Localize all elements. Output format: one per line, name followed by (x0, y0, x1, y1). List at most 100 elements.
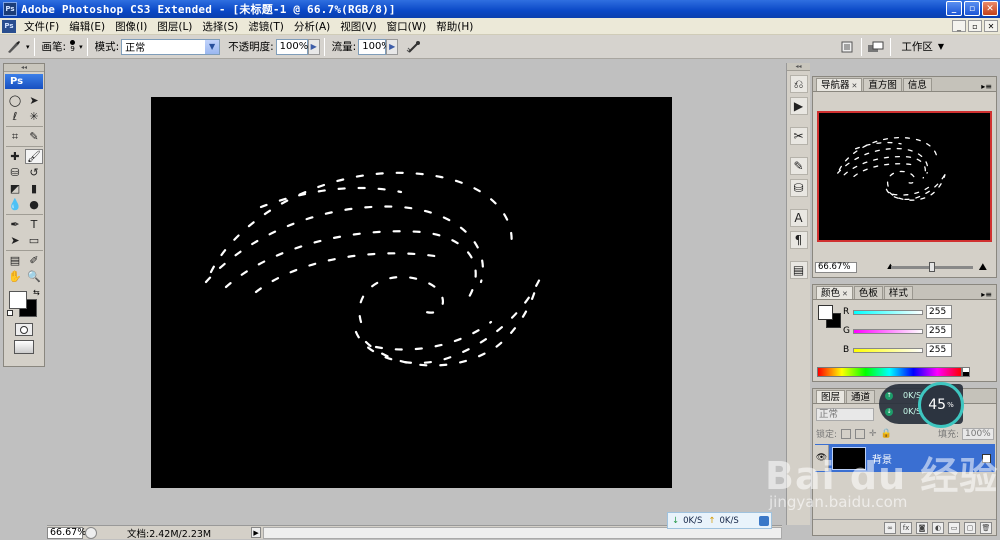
eraser-tool-icon[interactable]: ◩ (6, 181, 24, 196)
workspace-button[interactable]: 工作区 (901, 39, 933, 54)
menu-help[interactable]: 帮助(H) (431, 19, 478, 34)
tab-navigator[interactable]: 导航器 ✕ (816, 78, 863, 91)
screen-mode-icon[interactable] (14, 340, 34, 354)
quick-mask-icon[interactable] (15, 323, 33, 336)
hand-tool-icon[interactable]: ✋ (6, 269, 24, 284)
shape-tool-icon[interactable]: ▭ (25, 233, 43, 248)
black-white-ramp[interactable] (962, 367, 970, 377)
navigator-thumbnail[interactable] (817, 111, 992, 242)
memory-gauge[interactable]: 45% (918, 382, 964, 428)
healing-brush-tool-icon[interactable]: ✚ (6, 149, 24, 164)
bridge-icon[interactable] (866, 38, 886, 56)
menu-select[interactable]: 选择(S) (197, 19, 243, 34)
link-layers-icon[interactable]: ∞ (884, 521, 896, 534)
blue-value[interactable]: 255 (926, 343, 952, 357)
eyedropper-tool-icon[interactable]: ✐ (25, 253, 43, 268)
brush-tool-icon[interactable]: 🖌 (25, 149, 43, 164)
layer-style-icon[interactable]: fx (900, 521, 912, 534)
marquee-tool-icon[interactable]: ◯ (6, 93, 24, 108)
move-tool-icon[interactable]: ➤ (25, 93, 43, 108)
history-icon[interactable]: ⎌ (789, 75, 808, 93)
lock-transparency-icon[interactable] (841, 428, 852, 439)
red-slider[interactable] (853, 309, 923, 315)
green-value[interactable]: 255 (926, 324, 952, 338)
photoshop-badge[interactable]: Ps (5, 74, 43, 89)
tab-layers[interactable]: 图层 (816, 390, 846, 403)
minimize-button[interactable]: _ (946, 1, 962, 16)
panel-menu-icon[interactable]: ▸≡ (981, 290, 992, 299)
default-colors-icon[interactable] (7, 310, 13, 316)
menu-view[interactable]: 视图(V) (335, 19, 381, 34)
slice-tool-icon[interactable]: ✎ (25, 129, 43, 144)
menu-analysis[interactable]: 分析(A) (289, 19, 335, 34)
brushes-icon[interactable]: ✎ (789, 157, 808, 175)
layer-comps-icon[interactable]: ▤ (789, 261, 808, 279)
zoom-tool-icon[interactable]: 🔍 (25, 269, 43, 284)
opacity-slider-arrow-icon[interactable]: ▶ (307, 38, 320, 55)
menu-filter[interactable]: 滤镜(T) (243, 19, 289, 34)
app-menu-icon[interactable]: Ps (2, 19, 16, 33)
crop-tool-icon[interactable]: ⌗ (6, 129, 24, 144)
actions-icon[interactable]: ▶ (789, 97, 808, 115)
airbrush-icon[interactable] (404, 38, 424, 56)
foreground-color-swatch[interactable] (9, 291, 27, 309)
file-browser-icon[interactable] (837, 38, 857, 56)
blur-tool-icon[interactable]: 💧 (6, 197, 24, 212)
close-button[interactable]: ✕ (982, 1, 998, 16)
document-canvas[interactable] (151, 97, 672, 488)
workspace-dropdown-icon[interactable]: ▼ (938, 42, 944, 51)
menu-file[interactable]: 文件(F) (19, 19, 64, 34)
swap-colors-icon[interactable]: ⇆ (33, 288, 40, 297)
tool-presets-icon[interactable]: ✂ (789, 127, 808, 145)
gradient-tool-icon[interactable]: ▮ (25, 181, 43, 196)
brush-picker-arrow-icon[interactable]: ▾ (79, 43, 83, 51)
layer-row-background[interactable]: 👁 背景 (815, 444, 995, 472)
status-zoom-field[interactable]: 66.67% (47, 526, 86, 539)
menu-window[interactable]: 窗口(W) (382, 19, 432, 34)
tab-swatches[interactable]: 色板 (853, 286, 883, 299)
fill-field[interactable]: 100% (962, 427, 994, 440)
zoom-in-icon[interactable]: ⛰ (979, 262, 987, 273)
history-brush-tool-icon[interactable]: ↺ (25, 165, 43, 180)
dock-grip[interactable]: ◂◂ (787, 63, 810, 71)
flow-slider-arrow-icon[interactable]: ▶ (386, 38, 399, 55)
delete-layer-icon[interactable]: 🗑 (980, 521, 992, 534)
status-menu-arrow-icon[interactable]: ▶ (251, 527, 262, 538)
pen-tool-icon[interactable]: ✒ (6, 217, 24, 232)
clone-stamp-tool-icon[interactable]: ⛁ (6, 165, 24, 180)
tool-preset-brush-icon[interactable] (4, 38, 24, 56)
tab-info[interactable]: 信息 (902, 78, 932, 91)
opacity-field[interactable]: 100% (275, 38, 308, 55)
color-spectrum-bar[interactable] (817, 367, 962, 377)
doc-close-button[interactable]: ✕ (984, 20, 998, 32)
menu-layer[interactable]: 图层(L) (152, 19, 197, 34)
paragraph-icon[interactable]: ¶ (789, 231, 808, 249)
lock-all-icon[interactable]: 🔒 (881, 429, 892, 439)
blue-slider[interactable] (853, 347, 923, 353)
dodge-tool-icon[interactable]: ● (25, 197, 43, 212)
menu-image[interactable]: 图像(I) (110, 19, 152, 34)
maximize-button[interactable]: ▫ (964, 1, 980, 16)
flow-field[interactable]: 100% (358, 38, 391, 55)
clone-source-icon[interactable]: ⛁ (789, 179, 808, 197)
new-group-icon[interactable]: ▭ (948, 521, 960, 534)
layer-visibility-eye-icon[interactable]: 👁 (815, 445, 829, 471)
adjustment-layer-icon[interactable]: ◐ (932, 521, 944, 534)
tab-color[interactable]: 颜色 ✕ (816, 286, 853, 299)
mode-select[interactable]: 正常 ▼ (121, 38, 221, 55)
menu-edit[interactable]: 编辑(E) (64, 19, 110, 34)
magic-wand-tool-icon[interactable]: ✳ (25, 109, 43, 124)
foreground-color-swatch[interactable] (818, 305, 833, 320)
tool-preset-dropdown-icon[interactable]: ▾ (26, 43, 30, 51)
layer-blend-mode-select[interactable]: 正常 (816, 408, 874, 421)
tab-histogram[interactable]: 直方图 (863, 78, 902, 91)
character-icon[interactable]: A (789, 209, 808, 227)
panel-menu-icon[interactable]: ▸≡ (981, 82, 992, 91)
tab-channels[interactable]: 通道 (846, 390, 876, 403)
status-info-icon[interactable] (85, 526, 97, 539)
path-selection-tool-icon[interactable]: ➤ (6, 233, 24, 248)
new-layer-icon[interactable]: ▢ (964, 521, 976, 534)
lasso-tool-icon[interactable]: ℓ (6, 109, 24, 124)
doc-restore-button[interactable]: ▫ (968, 20, 982, 32)
brush-picker[interactable]: 9 (70, 40, 76, 53)
